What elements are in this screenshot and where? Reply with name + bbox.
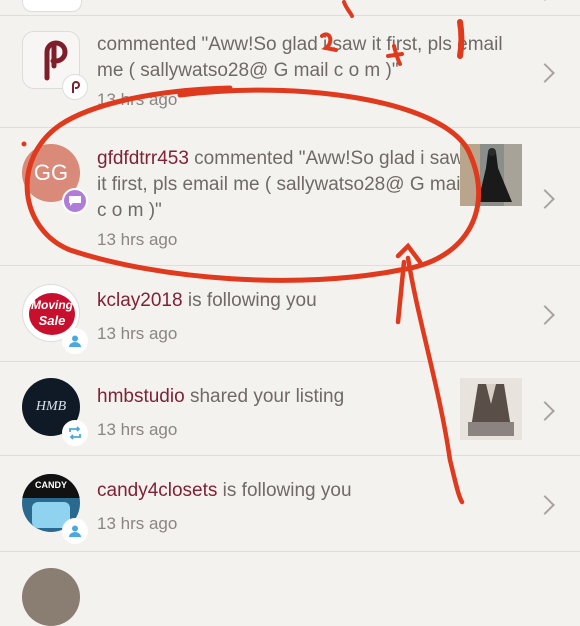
avatar-text: CANDY	[34, 480, 67, 490]
timestamp: 13 hrs ago	[97, 324, 178, 343]
list-item[interactable]	[0, 552, 580, 626]
chevron-right-icon	[535, 0, 555, 1]
list-item[interactable]: HMB hmbstudio shared your listing 13 hrs…	[0, 362, 580, 456]
timestamp: 13 hrs ago	[97, 90, 178, 109]
list-item[interactable]: CANDY candy4closets is following you 13 …	[0, 456, 580, 552]
notifications-list: commented "Aww!So glad i saw it first, p…	[0, 0, 580, 626]
listing-thumbnail[interactable]	[460, 144, 522, 206]
username-link[interactable]: candy4closets	[97, 480, 217, 501]
notification-text: candy4closets is following you	[97, 478, 470, 504]
chevron-right-icon[interactable]	[535, 63, 555, 83]
notification-text: gfdfdtrr453 commented "Aww!So glad i saw…	[97, 146, 470, 224]
username-link[interactable]: kclay2018	[97, 290, 183, 311]
listing-thumbnail[interactable]	[460, 378, 522, 440]
notification-message: commented "Aww!So glad i saw it first, p…	[97, 34, 503, 81]
notification-message: is following you	[217, 480, 352, 501]
list-item[interactable]: commented "Aww!So glad i saw it first, p…	[0, 16, 580, 128]
timestamp: 13 hrs ago	[97, 420, 178, 439]
person-icon	[62, 328, 88, 354]
timestamp: 13 hrs ago	[97, 230, 178, 249]
avatar	[22, 0, 82, 12]
username-link[interactable]: hmbstudio	[97, 386, 185, 407]
chevron-right-icon[interactable]	[535, 495, 555, 515]
avatar	[22, 568, 80, 626]
poshmark-logo-icon	[62, 74, 88, 100]
avatar-text: HMB	[35, 399, 67, 414]
notification-text: kclay2018 is following you	[97, 288, 470, 314]
person-icon	[62, 518, 88, 544]
timestamp: 13 hrs ago	[97, 514, 178, 533]
username-link[interactable]: gfdfdtrr453	[97, 148, 189, 169]
notification-text: commented "Aww!So glad i saw it first, p…	[97, 32, 520, 84]
avatar-text: Moving	[31, 298, 73, 312]
list-item[interactable]: Moving Sale kclay2018 is following you 1…	[0, 266, 580, 362]
notification-text: hmbstudio shared your listing	[97, 384, 470, 410]
chevron-right-icon[interactable]	[535, 189, 555, 209]
notification-message: shared your listing	[184, 386, 345, 407]
comment-icon	[62, 188, 88, 214]
chevron-right-icon[interactable]	[535, 305, 555, 325]
notification-message: is following you	[182, 290, 317, 311]
list-item[interactable]	[0, 0, 580, 16]
avatar-text: Sale	[38, 313, 66, 328]
avatar-initials: GG	[33, 160, 69, 185]
list-item[interactable]: GG gfdfdtrr453 commented "Aww!So glad i …	[0, 128, 580, 266]
share-icon	[62, 420, 88, 446]
chevron-right-icon[interactable]	[535, 401, 555, 421]
